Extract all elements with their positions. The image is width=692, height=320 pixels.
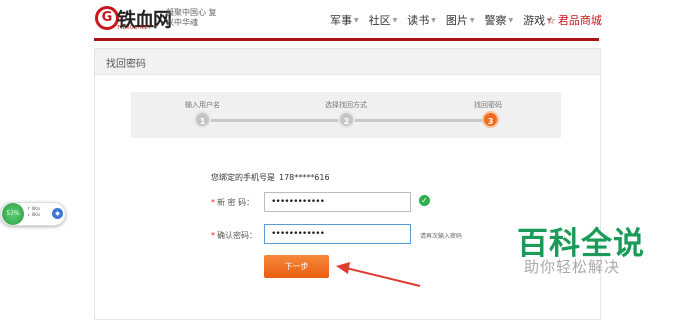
new-password-label-text: 新 密 码： [217, 198, 255, 207]
nav-item-community[interactable]: 社区 ▼ [369, 12, 398, 28]
confirm-password-field[interactable] [264, 224, 411, 244]
watermark-subtitle: 助你轻松解决 [524, 258, 621, 276]
nav-item-label: 警察 [484, 14, 507, 27]
nav-item-label: 社区 [368, 14, 391, 27]
site-logo-icon[interactable]: G [95, 6, 119, 30]
step-label-1: 输入用户名 [185, 101, 220, 109]
upload-arrow-icon: ↑ [27, 206, 31, 211]
main-nav: 军事 ▼ 社区 ▼ 读书 ▼ 图片 ▼ 警察 ▼ 游戏 ▼ [330, 12, 552, 28]
next-step-button[interactable]: 下一步 [264, 255, 329, 278]
pointer-arrow-icon [336, 262, 421, 287]
step-circle-1: 1 [194, 111, 211, 128]
step-label-2: 选择找回方式 [325, 101, 367, 109]
nav-item-military[interactable]: 军事 ▼ [330, 12, 359, 28]
phone-value: 178*****616 [279, 173, 330, 182]
network-speed-widget[interactable]: 57% ↑ 0K/s ↓ 0K/s ◆ [0, 202, 66, 226]
speed-stats: ↑ 0K/s ↓ 0K/s [27, 206, 40, 218]
check-icon: ✓ [419, 195, 430, 206]
site-slogan: 凝聚中国心 复兴中华魂 [166, 8, 217, 27]
chevron-down-icon: ▼ [508, 16, 514, 24]
confirm-password-hint: 请再次输入密码 [420, 233, 463, 240]
confirm-password-label-text: 确认密码： [217, 231, 257, 240]
confirm-password-label: * 确认密码： [211, 230, 257, 241]
site-header: G 铁血网 TIEXUE.NET 凝聚中国心 复兴中华魂 军事 ▼ 社区 ▼ 读书 ▼… [0, 0, 692, 40]
panel-title: 找回密码 [106, 59, 146, 70]
shield-icon: ◆ [52, 208, 63, 219]
nav-item-pictures[interactable]: 图片 ▼ [446, 12, 475, 28]
download-arrow-icon: ↓ [27, 212, 31, 217]
shop-link[interactable]: ☆ 君品商城 [546, 12, 602, 28]
speed-percent: 57% [2, 203, 24, 225]
header-divider [94, 38, 599, 41]
panel-title-bar: 找回密码 [95, 49, 600, 75]
phone-label: 您绑定的手机号是 [211, 173, 275, 182]
step-label-3: 找回密码 [474, 101, 502, 109]
new-password-label: * 新 密 码： [211, 197, 254, 208]
required-asterisk: * [211, 231, 215, 240]
bound-phone-line: 您绑定的手机号是 178*****616 [211, 172, 330, 183]
required-asterisk: * [211, 198, 215, 207]
step-circle-3: 3 [482, 111, 499, 128]
progress-steps: 输入用户名 选择找回方式 找回密码 1 2 3 [131, 92, 561, 138]
nav-item-label: 图片 [445, 14, 468, 27]
chevron-down-icon: ▼ [431, 16, 436, 24]
chevron-down-icon: ▼ [354, 16, 359, 24]
new-password-field[interactable] [264, 192, 411, 212]
nav-item-label: 军事 [330, 14, 352, 27]
chevron-down-icon: ▼ [392, 16, 398, 24]
shop-link-label: 君品商城 [557, 14, 602, 27]
chevron-down-icon: ▼ [469, 16, 475, 24]
download-speed: 0K/s [31, 212, 41, 217]
star-icon: ☆ [546, 13, 556, 27]
step-circle-2: 2 [338, 111, 355, 128]
nav-item-label: 游戏 [523, 14, 546, 27]
upload-speed: 0K/s [31, 206, 41, 211]
nav-item-police[interactable]: 警察 ▼ [485, 12, 514, 28]
site-logo-subtext: TIEXUE.NET [117, 25, 152, 31]
nav-item-label: 读书 [407, 14, 430, 27]
nav-item-reading[interactable]: 读书 ▼ [407, 12, 436, 28]
